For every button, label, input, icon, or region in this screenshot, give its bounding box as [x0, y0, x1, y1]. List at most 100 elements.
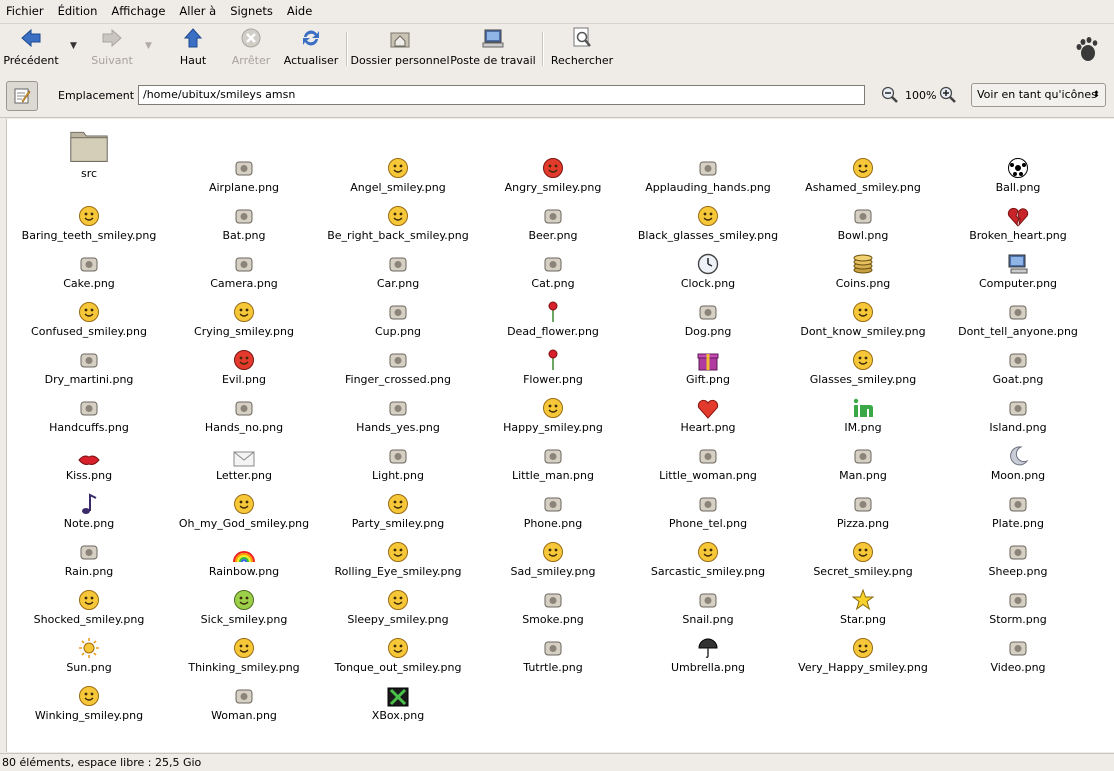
file-item[interactable]: Storm.png: [941, 581, 1095, 627]
file-item[interactable]: Phone.png: [476, 485, 630, 531]
menu-file[interactable]: Fichier: [0, 4, 51, 18]
file-item[interactable]: Rainbow.png: [167, 533, 321, 579]
file-item[interactable]: Airplane.png: [167, 149, 321, 195]
file-item[interactable]: Note.png: [12, 485, 166, 531]
file-item[interactable]: Video.png: [941, 629, 1095, 675]
file-item[interactable]: Shocked_smiley.png: [12, 581, 166, 627]
file-item[interactable]: Island.png: [941, 389, 1095, 435]
file-item[interactable]: Phone_tel.png: [631, 485, 785, 531]
file-item[interactable]: Glasses_smiley.png: [786, 341, 940, 387]
file-item[interactable]: Cake.png: [12, 245, 166, 291]
search-button[interactable]: Rechercher: [551, 26, 613, 70]
file-item[interactable]: Thinking_smiley.png: [167, 629, 321, 675]
home-button[interactable]: Dossier personnel: [351, 26, 450, 70]
file-item[interactable]: Winking_smiley.png: [12, 677, 166, 723]
file-item[interactable]: Ball.png: [941, 149, 1095, 195]
file-item[interactable]: Sarcastic_smiley.png: [631, 533, 785, 579]
file-item[interactable]: Hands_no.png: [167, 389, 321, 435]
file-item[interactable]: Very_Happy_smiley.png: [786, 629, 940, 675]
location-input[interactable]: /home/ubitux/smileys amsn: [138, 85, 865, 105]
file-item[interactable]: Sun.png: [12, 629, 166, 675]
file-item[interactable]: Little_man.png: [476, 437, 630, 483]
file-item[interactable]: Dont_know_smiley.png: [786, 293, 940, 339]
file-item[interactable]: Angel_smiley.png: [321, 149, 475, 195]
file-item[interactable]: Pizza.png: [786, 485, 940, 531]
file-item[interactable]: Plate.png: [941, 485, 1095, 531]
file-item[interactable]: Tutrtle.png: [476, 629, 630, 675]
file-item[interactable]: Cup.png: [321, 293, 475, 339]
file-item[interactable]: Happy_smiley.png: [476, 389, 630, 435]
file-item[interactable]: Kiss.png: [12, 437, 166, 483]
file-item[interactable]: Little_woman.png: [631, 437, 785, 483]
file-item[interactable]: Umbrella.png: [631, 629, 785, 675]
file-item[interactable]: Dont_tell_anyone.png: [941, 293, 1095, 339]
file-item[interactable]: Flower.png: [476, 341, 630, 387]
file-item[interactable]: Coins.png: [786, 245, 940, 291]
file-item[interactable]: Dry_martini.png: [12, 341, 166, 387]
file-item[interactable]: Beer.png: [476, 197, 630, 243]
file-item[interactable]: Gift.png: [631, 341, 785, 387]
up-button[interactable]: Haut: [172, 26, 214, 70]
file-item[interactable]: Smoke.png: [476, 581, 630, 627]
file-item[interactable]: Sick_smiley.png: [167, 581, 321, 627]
zoom-in-icon[interactable]: [939, 86, 957, 107]
file-item[interactable]: Confused_smiley.png: [12, 293, 166, 339]
toggle-location-entry-button[interactable]: [6, 81, 38, 111]
file-item[interactable]: Bowl.png: [786, 197, 940, 243]
menu-edit[interactable]: Édition: [51, 4, 105, 18]
file-item[interactable]: Hands_yes.png: [321, 389, 475, 435]
file-item[interactable]: Car.png: [321, 245, 475, 291]
file-item[interactable]: Sheep.png: [941, 533, 1095, 579]
menu-bookmarks[interactable]: Signets: [223, 4, 280, 18]
file-item[interactable]: Dead_flower.png: [476, 293, 630, 339]
file-item[interactable]: Party_smiley.png: [321, 485, 475, 531]
zoom-out-icon[interactable]: [881, 86, 899, 107]
file-item[interactable]: Tonque_out_smiley.png: [321, 629, 475, 675]
file-item[interactable]: Sleepy_smiley.png: [321, 581, 475, 627]
stop-button[interactable]: Arrêter: [228, 26, 274, 70]
file-item[interactable]: Letter.png: [167, 437, 321, 483]
file-item[interactable]: Woman.png: [167, 677, 321, 723]
file-item[interactable]: Black_glasses_smiley.png: [631, 197, 785, 243]
back-button[interactable]: Précédent: [3, 26, 59, 70]
menu-view[interactable]: Affichage: [104, 4, 172, 18]
file-item[interactable]: Snail.png: [631, 581, 785, 627]
file-item[interactable]: Handcuffs.png: [12, 389, 166, 435]
desktop-button[interactable]: Poste de travail: [450, 26, 536, 70]
file-item[interactable]: Heart.png: [631, 389, 785, 435]
file-item[interactable]: Computer.png: [941, 245, 1095, 291]
file-item[interactable]: XBox.png: [321, 677, 475, 723]
file-item[interactable]: Cat.png: [476, 245, 630, 291]
file-item[interactable]: Moon.png: [941, 437, 1095, 483]
file-item[interactable]: Secret_smiley.png: [786, 533, 940, 579]
file-item[interactable]: Light.png: [321, 437, 475, 483]
file-item[interactable]: Evil.png: [167, 341, 321, 387]
file-item[interactable]: Dog.png: [631, 293, 785, 339]
forward-history-dropdown[interactable]: ▼: [145, 41, 152, 51]
forward-button[interactable]: Suivant: [90, 26, 134, 70]
file-item[interactable]: Sad_smiley.png: [476, 533, 630, 579]
menu-help[interactable]: Aide: [280, 4, 319, 18]
file-item[interactable]: Crying_smiley.png: [167, 293, 321, 339]
file-item[interactable]: Rolling_Eye_smiley.png: [321, 533, 475, 579]
file-item[interactable]: Angry_smiley.png: [476, 149, 630, 195]
reload-button[interactable]: Actualiser: [284, 26, 338, 70]
file-item[interactable]: src: [12, 125, 166, 180]
file-item[interactable]: Man.png: [786, 437, 940, 483]
file-view[interactable]: src Airplane.png Angel_smiley.png Angry_smi…: [6, 119, 1114, 752]
file-item[interactable]: Finger_crossed.png: [321, 341, 475, 387]
file-item[interactable]: Oh_my_God_smiley.png: [167, 485, 321, 531]
view-mode-select[interactable]: Voir en tant qu'icônes ⬍: [971, 83, 1106, 107]
menu-go[interactable]: Aller à: [172, 4, 223, 18]
file-item[interactable]: Applauding_hands.png: [631, 149, 785, 195]
file-item[interactable]: Baring_teeth_smiley.png: [12, 197, 166, 243]
file-item[interactable]: Star.png: [786, 581, 940, 627]
file-item[interactable]: Rain.png: [12, 533, 166, 579]
back-history-dropdown[interactable]: ▼: [70, 41, 77, 51]
file-item[interactable]: Broken_heart.png: [941, 197, 1095, 243]
file-item[interactable]: Camera.png: [167, 245, 321, 291]
file-item[interactable]: IM.png: [786, 389, 940, 435]
zoom-level[interactable]: 100%: [905, 89, 936, 102]
file-item[interactable]: Be_right_back_smiley.png: [321, 197, 475, 243]
file-item[interactable]: Goat.png: [941, 341, 1095, 387]
